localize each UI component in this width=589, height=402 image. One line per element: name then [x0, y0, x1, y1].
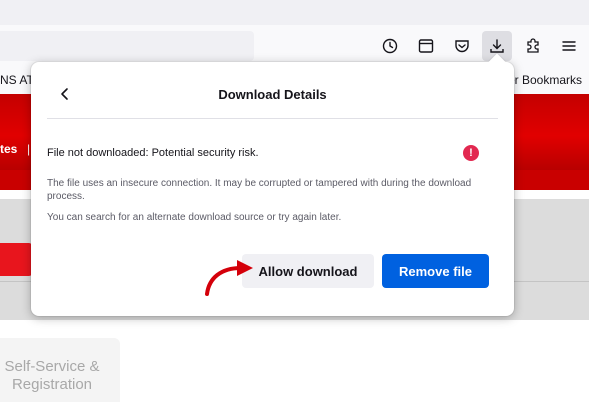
- url-bar[interactable]: [0, 31, 254, 61]
- insecure-connection-description: The file uses an insecure connection. It…: [47, 178, 472, 202]
- panel-divider: [47, 118, 498, 119]
- menu-icon[interactable]: [554, 31, 584, 61]
- tab-strip: [0, 0, 589, 25]
- other-bookmarks[interactable]: er Bookmarks: [508, 73, 582, 87]
- history-icon[interactable]: [375, 31, 405, 61]
- remove-file-button[interactable]: Remove file: [382, 254, 489, 288]
- panel-title: Download Details: [218, 87, 327, 102]
- pocket-icon[interactable]: [447, 31, 477, 61]
- site-red-button[interactable]: [0, 243, 32, 276]
- bookmark-item[interactable]: NS AT: [0, 73, 34, 87]
- download-details-panel: Download Details File not downloaded: Po…: [31, 53, 514, 316]
- sidebar-icon[interactable]: [411, 31, 441, 61]
- extensions-icon[interactable]: [518, 31, 548, 61]
- site-nav-separator: |: [27, 142, 31, 156]
- annotation-arrow-icon: [205, 260, 253, 296]
- allow-download-button[interactable]: Allow download: [242, 254, 374, 288]
- security-risk-message: File not downloaded: Potential security …: [47, 147, 259, 159]
- warning-icon: !: [463, 145, 479, 161]
- alternate-source-description: You can search for an alternate download…: [47, 212, 342, 223]
- self-service-card-label: Self-Service & Registration: [4, 358, 100, 393]
- site-nav-fragment[interactable]: tes: [0, 142, 17, 156]
